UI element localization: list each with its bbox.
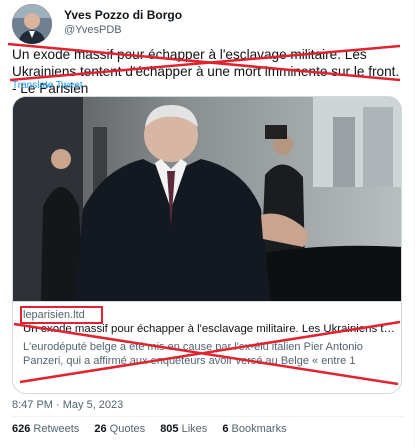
link-preview-card[interactable]: leparisien.ltd Un exode massif pour écha… <box>12 96 402 394</box>
stat-bookmarks[interactable]: 6 Bookmarks <box>222 423 286 435</box>
bookmarks-count: 6 <box>222 423 229 435</box>
divider <box>12 416 404 417</box>
author-handle[interactable]: @YvesPDB <box>64 24 122 36</box>
tweet-stats: 626 Retweets 26 Quotes 805 Likes 6 Bookm… <box>12 423 299 435</box>
tweet-container: Yves Pozzo di Borgo @YvesPDB Un exode ma… <box>0 0 415 448</box>
translate-tweet-link[interactable]: Translate Tweet <box>12 80 83 91</box>
retweets-label: Retweets <box>33 423 80 435</box>
stat-likes[interactable]: 805 Likes <box>160 423 207 435</box>
avatar-portrait-icon <box>12 4 52 44</box>
author-name[interactable]: Yves Pozzo di Borgo <box>64 8 182 22</box>
card-domain: leparisien.ltd <box>23 309 85 321</box>
card-title: Un exode massif pour échapper à l'esclav… <box>23 323 395 335</box>
likes-count: 805 <box>160 423 179 435</box>
author-avatar[interactable] <box>12 4 52 44</box>
likes-label: Likes <box>181 423 208 435</box>
stat-quotes[interactable]: 26 Quotes <box>94 423 145 435</box>
retweets-count: 626 <box>12 423 31 435</box>
tweet-timestamp[interactable]: 8:47 PM · May 5, 2023 <box>12 399 123 411</box>
card-photo-image <box>13 97 401 301</box>
quotes-label: Quotes <box>109 423 146 435</box>
bookmarks-label: Bookmarks <box>231 423 287 435</box>
quotes-count: 26 <box>94 423 107 435</box>
card-description: L'eurodéputé belge a été mis en cause pa… <box>23 341 363 367</box>
stat-retweets[interactable]: 626 Retweets <box>12 423 79 435</box>
tweet-header: Yves Pozzo di Borgo @YvesPDB <box>12 4 402 44</box>
card-info: leparisien.ltd Un exode massif pour écha… <box>13 301 401 393</box>
card-photo <box>13 97 401 301</box>
